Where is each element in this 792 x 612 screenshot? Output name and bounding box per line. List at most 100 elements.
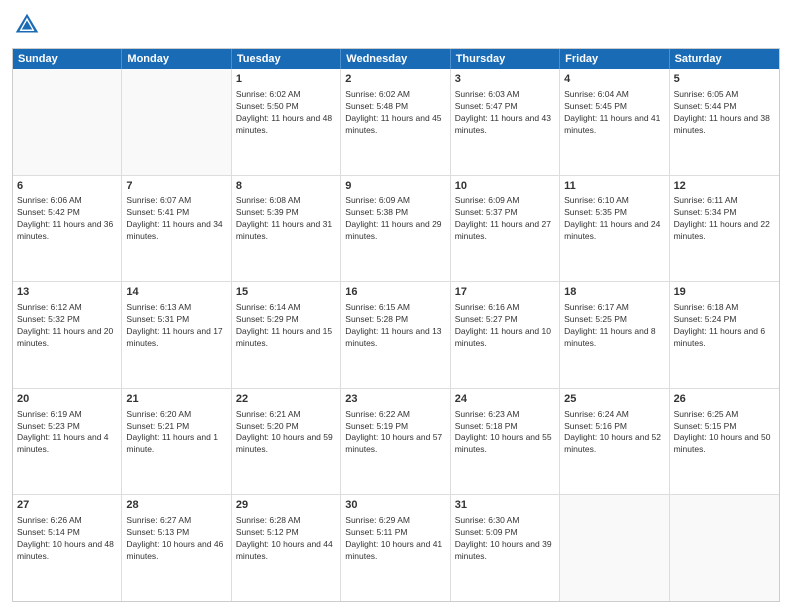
cal-header-saturday: Saturday [670, 49, 779, 69]
header [12, 10, 780, 40]
cal-cell: 10Sunrise: 6:09 AM Sunset: 5:37 PM Dayli… [451, 176, 560, 282]
day-info: Sunrise: 6:13 AM Sunset: 5:31 PM Dayligh… [126, 302, 226, 350]
day-info: Sunrise: 6:17 AM Sunset: 5:25 PM Dayligh… [564, 302, 664, 350]
day-info: Sunrise: 6:26 AM Sunset: 5:14 PM Dayligh… [17, 515, 117, 563]
cal-header-wednesday: Wednesday [341, 49, 450, 69]
cal-header-friday: Friday [560, 49, 669, 69]
day-number: 18 [564, 285, 664, 300]
day-info: Sunrise: 6:02 AM Sunset: 5:50 PM Dayligh… [236, 89, 336, 137]
cal-cell: 1 Sunrise: 6:02 AM Sunset: 5:50 PM Daylig… [232, 69, 341, 175]
cal-cell: 15Sunrise: 6:14 AM Sunset: 5:29 PM Dayli… [232, 282, 341, 388]
day-number: 26 [674, 392, 775, 407]
day-number: 19 [674, 285, 775, 300]
day-info: Sunrise: 6:03 AM Sunset: 5:47 PM Dayligh… [455, 89, 555, 137]
day-number: 4 [564, 72, 664, 87]
day-info: Sunrise: 6:07 AM Sunset: 5:41 PM Dayligh… [126, 195, 226, 243]
cal-header-monday: Monday [122, 49, 231, 69]
day-info: Sunrise: 6:24 AM Sunset: 5:16 PM Dayligh… [564, 409, 664, 457]
day-number: 7 [126, 179, 226, 194]
day-info: Sunrise: 6:19 AM Sunset: 5:23 PM Dayligh… [17, 409, 117, 457]
day-info: Sunrise: 6:02 AM Sunset: 5:48 PM Dayligh… [345, 89, 445, 137]
cal-cell [560, 495, 669, 601]
day-info: Sunrise: 6:14 AM Sunset: 5:29 PM Dayligh… [236, 302, 336, 350]
cal-cell: 4 Sunrise: 6:04 AM Sunset: 5:45 PM Daylig… [560, 69, 669, 175]
cal-cell: 19 Sunrise: 6:18 AM Sunset: 5:24 PM Dayli… [670, 282, 779, 388]
day-number: 30 [345, 498, 445, 513]
day-info: Sunrise: 6:05 AM Sunset: 5:44 PM Dayligh… [674, 89, 775, 137]
cal-cell: 12Sunrise: 6:11 AM Sunset: 5:34 PM Dayli… [670, 176, 779, 282]
day-info: Sunrise: 6:16 AM Sunset: 5:27 PM Dayligh… [455, 302, 555, 350]
day-number: 25 [564, 392, 664, 407]
cal-cell: 13 Sunrise: 6:12 AM Sunset: 5:32 PM Dayli… [13, 282, 122, 388]
cal-header-tuesday: Tuesday [232, 49, 341, 69]
day-info: Sunrise: 6:04 AM Sunset: 5:45 PM Dayligh… [564, 89, 664, 137]
cal-cell: 14 Sunrise: 6:13 AM Sunset: 5:31 PM Dayli… [122, 282, 231, 388]
day-info: Sunrise: 6:27 AM Sunset: 5:13 PM Dayligh… [126, 515, 226, 563]
day-number: 23 [345, 392, 445, 407]
cal-header-thursday: Thursday [451, 49, 560, 69]
cal-cell: 6Sunrise: 6:06 AM Sunset: 5:42 PM Daylig… [13, 176, 122, 282]
day-number: 8 [236, 179, 336, 194]
day-info: Sunrise: 6:30 AM Sunset: 5:09 PM Dayligh… [455, 515, 555, 563]
day-number: 31 [455, 498, 555, 513]
day-number: 21 [126, 392, 226, 407]
cal-cell: 23Sunrise: 6:22 AM Sunset: 5:19 PM Dayli… [341, 389, 450, 495]
day-info: Sunrise: 6:21 AM Sunset: 5:20 PM Dayligh… [236, 409, 336, 457]
cal-week-1: 1 Sunrise: 6:02 AM Sunset: 5:50 PM Daylig… [13, 69, 779, 176]
day-number: 16 [345, 285, 445, 300]
day-info: Sunrise: 6:10 AM Sunset: 5:35 PM Dayligh… [564, 195, 664, 243]
cal-cell: 28 Sunrise: 6:27 AM Sunset: 5:13 PM Dayli… [122, 495, 231, 601]
cal-cell: 11Sunrise: 6:10 AM Sunset: 5:35 PM Dayli… [560, 176, 669, 282]
cal-cell: 25 Sunrise: 6:24 AM Sunset: 5:16 PM Dayli… [560, 389, 669, 495]
cal-cell: 17 Sunrise: 6:16 AM Sunset: 5:27 PM Dayli… [451, 282, 560, 388]
cal-cell: 20 Sunrise: 6:19 AM Sunset: 5:23 PM Dayli… [13, 389, 122, 495]
cal-cell: 9Sunrise: 6:09 AM Sunset: 5:38 PM Daylig… [341, 176, 450, 282]
cal-cell: 3 Sunrise: 6:03 AM Sunset: 5:47 PM Daylig… [451, 69, 560, 175]
cal-cell [13, 69, 122, 175]
day-number: 3 [455, 72, 555, 87]
day-number: 9 [345, 179, 445, 194]
day-number: 5 [674, 72, 775, 87]
day-number: 22 [236, 392, 336, 407]
cal-week-5: 27 Sunrise: 6:26 AM Sunset: 5:14 PM Dayli… [13, 495, 779, 601]
day-info: Sunrise: 6:12 AM Sunset: 5:32 PM Dayligh… [17, 302, 117, 350]
day-number: 13 [17, 285, 117, 300]
cal-cell: 5 Sunrise: 6:05 AM Sunset: 5:44 PM Daylig… [670, 69, 779, 175]
calendar-header-row: SundayMondayTuesdayWednesdayThursdayFrid… [13, 49, 779, 69]
cal-header-sunday: Sunday [13, 49, 122, 69]
day-info: Sunrise: 6:18 AM Sunset: 5:24 PM Dayligh… [674, 302, 775, 350]
day-info: Sunrise: 6:15 AM Sunset: 5:28 PM Dayligh… [345, 302, 445, 350]
day-info: Sunrise: 6:06 AM Sunset: 5:42 PM Dayligh… [17, 195, 117, 243]
day-number: 17 [455, 285, 555, 300]
day-info: Sunrise: 6:23 AM Sunset: 5:18 PM Dayligh… [455, 409, 555, 457]
cal-cell: 21Sunrise: 6:20 AM Sunset: 5:21 PM Dayli… [122, 389, 231, 495]
day-number: 6 [17, 179, 117, 194]
day-number: 27 [17, 498, 117, 513]
day-info: Sunrise: 6:11 AM Sunset: 5:34 PM Dayligh… [674, 195, 775, 243]
cal-cell: 30 Sunrise: 6:29 AM Sunset: 5:11 PM Dayli… [341, 495, 450, 601]
cal-cell: 29Sunrise: 6:28 AM Sunset: 5:12 PM Dayli… [232, 495, 341, 601]
cal-week-3: 13 Sunrise: 6:12 AM Sunset: 5:32 PM Dayli… [13, 282, 779, 389]
day-number: 1 [236, 72, 336, 87]
day-number: 24 [455, 392, 555, 407]
day-info: Sunrise: 6:08 AM Sunset: 5:39 PM Dayligh… [236, 195, 336, 243]
cal-cell: 22 Sunrise: 6:21 AM Sunset: 5:20 PM Dayli… [232, 389, 341, 495]
day-info: Sunrise: 6:09 AM Sunset: 5:38 PM Dayligh… [345, 195, 445, 243]
calendar: SundayMondayTuesdayWednesdayThursdayFrid… [12, 48, 780, 602]
day-number: 12 [674, 179, 775, 194]
day-info: Sunrise: 6:25 AM Sunset: 5:15 PM Dayligh… [674, 409, 775, 457]
day-number: 28 [126, 498, 226, 513]
page: SundayMondayTuesdayWednesdayThursdayFrid… [0, 0, 792, 612]
cal-cell: 27 Sunrise: 6:26 AM Sunset: 5:14 PM Dayli… [13, 495, 122, 601]
cal-cell: 8Sunrise: 6:08 AM Sunset: 5:39 PM Daylig… [232, 176, 341, 282]
cal-cell: 18 Sunrise: 6:17 AM Sunset: 5:25 PM Dayli… [560, 282, 669, 388]
day-number: 20 [17, 392, 117, 407]
day-number: 14 [126, 285, 226, 300]
day-number: 10 [455, 179, 555, 194]
calendar-body: 1 Sunrise: 6:02 AM Sunset: 5:50 PM Daylig… [13, 69, 779, 601]
cal-cell: 31 Sunrise: 6:30 AM Sunset: 5:09 PM Dayli… [451, 495, 560, 601]
day-number: 2 [345, 72, 445, 87]
logo [12, 10, 46, 40]
cal-cell: 16 Sunrise: 6:15 AM Sunset: 5:28 PM Dayli… [341, 282, 450, 388]
day-info: Sunrise: 6:29 AM Sunset: 5:11 PM Dayligh… [345, 515, 445, 563]
